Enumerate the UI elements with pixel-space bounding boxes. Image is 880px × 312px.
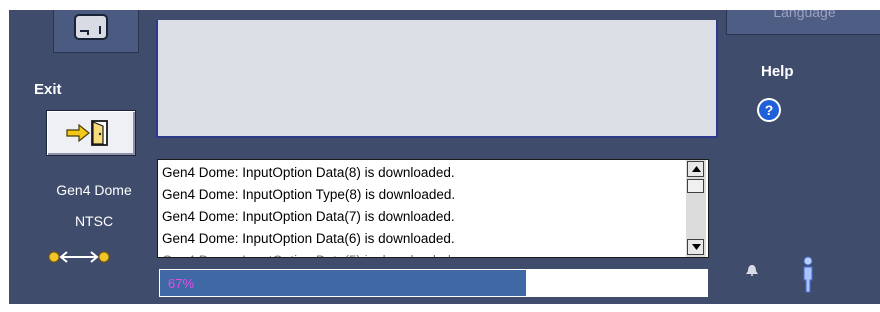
log-line: Gen4 Dome: InputOption Data(6) is downlo… bbox=[162, 231, 455, 246]
progress-fill bbox=[160, 270, 526, 296]
scroll-up-icon bbox=[692, 166, 701, 172]
alarm-bell-icon[interactable] bbox=[745, 264, 759, 276]
language-button[interactable]: Language bbox=[726, 10, 880, 35]
connection-status-icon bbox=[48, 251, 110, 263]
main-window: Exit Gen4 Dome NTSC Gen4 Dome: InputOpti… bbox=[9, 10, 880, 304]
help-question-icon[interactable]: ? bbox=[756, 97, 782, 123]
language-button-label: Language bbox=[773, 10, 836, 20]
scroll-thumb[interactable] bbox=[687, 179, 704, 193]
video-preview-area bbox=[156, 20, 718, 138]
log-line: Gen4 Dome: InputOption Type(8) is downlo… bbox=[162, 187, 456, 202]
scroll-down-button[interactable] bbox=[687, 239, 704, 255]
device-name: Gen4 Dome bbox=[56, 182, 132, 198]
log-line: Gen4 Dome: InputOption Data(7) is downlo… bbox=[162, 209, 455, 224]
log-line: Gen4 Dome: InputOption Data(8) is downlo… bbox=[162, 165, 455, 180]
video-standard: NTSC bbox=[74, 213, 114, 229]
scroll-up-button[interactable] bbox=[687, 161, 704, 177]
previous-button[interactable] bbox=[53, 10, 139, 53]
exit-button[interactable] bbox=[46, 110, 136, 156]
previous-button-icon bbox=[74, 14, 108, 40]
exit-label: Exit bbox=[34, 81, 62, 98]
progress-percent: 67% bbox=[168, 276, 195, 291]
log-scrollbar[interactable] bbox=[686, 160, 706, 257]
person-user-icon[interactable] bbox=[801, 256, 815, 294]
scroll-down-icon bbox=[692, 244, 701, 250]
download-log-list: Gen4 Dome: InputOption Data(8) is downlo… bbox=[157, 159, 709, 258]
svg-text:?: ? bbox=[765, 102, 774, 118]
exit-door-arrow-icon bbox=[66, 120, 108, 146]
help-label: Help bbox=[761, 63, 794, 80]
log-line: Gen4 Dome: InputOption Data(5) is downlo… bbox=[162, 250, 455, 257]
download-progress-bar: 67% bbox=[159, 269, 708, 297]
